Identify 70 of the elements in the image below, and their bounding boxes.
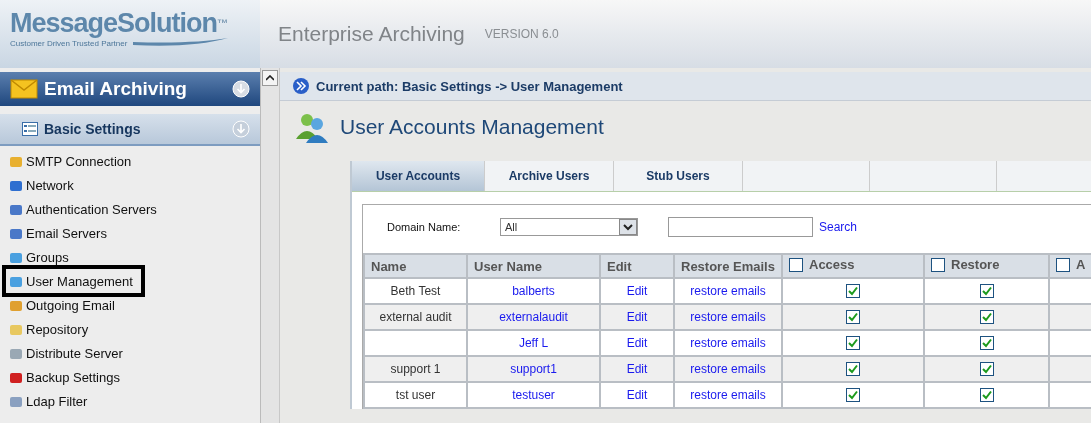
column-header: Name [364,254,467,278]
search-link[interactable]: Search [819,220,858,234]
search-field[interactable] [668,217,813,237]
name-text: support 1 [390,362,441,376]
sidebar-item[interactable]: Distribute Server [8,343,129,363]
logo: MessageSolution™ [10,8,229,38]
column-header: Restore [924,254,1049,278]
domain-label: Domain Name: [387,221,462,233]
name-text: external audit [379,310,452,324]
checkbox[interactable] [979,362,994,377]
scroll-up-button[interactable] [262,70,278,86]
settings-list-icon [22,122,38,136]
version-label: VERSION 6.0 [484,27,559,41]
checkbox[interactable] [979,310,994,325]
group-title: Basic Settings [44,121,141,137]
checkbox[interactable] [979,336,994,351]
checkbox[interactable] [931,257,945,272]
column-header: Access [782,254,924,278]
sidebar-item[interactable]: Ldap Filter [8,391,94,411]
sidebar-item[interactable]: SMTP Connection [8,151,138,171]
group-header[interactable]: Basic Settings [0,114,260,146]
sidebar-item[interactable]: Repository [8,319,95,339]
edit-link[interactable]: Edit [626,284,648,298]
name-text: tst user [395,388,436,402]
username-link[interactable]: testuser [512,388,555,402]
edit-link[interactable]: Edit [626,388,648,402]
sidebar-item[interactable]: Outgoing Email [8,295,121,315]
product-name: Enterprise Archiving [278,22,465,46]
tab[interactable]: User Accounts [352,161,485,191]
envelope-icon [10,79,38,99]
users-icon [294,111,330,143]
collapse-icon[interactable] [232,80,250,98]
tagline: Customer Driven Trusted Partner [10,38,128,48]
dropdown-icon [619,219,637,235]
tab[interactable]: Stub Users [614,161,743,191]
breadcrumb: Current path: Basic Settings -> User Management [316,78,623,94]
sidebar-item[interactable]: Authentication Servers [8,199,163,219]
sidebar-item[interactable]: User Management [8,271,139,291]
edit-link[interactable]: Edit [626,310,648,324]
caret-up-icon [266,75,274,81]
section-header[interactable]: Email Archiving [0,72,260,106]
checkbox[interactable] [1056,257,1070,272]
page-title: User Accounts Management [340,115,604,139]
sidebar-item[interactable]: Network [8,175,80,195]
checkbox[interactable] [846,388,860,403]
name-text: Beth Test [390,284,441,298]
column-header: Restore Emails [674,254,782,278]
sidebar-item[interactable]: Email Servers [8,223,113,243]
tab[interactable]: Archive Users [485,161,614,191]
domain-dropdown[interactable]: All [500,218,638,236]
username-link[interactable]: Jeff L [518,336,549,350]
checkbox[interactable] [846,362,860,377]
checkbox[interactable] [846,310,860,325]
checkbox[interactable] [789,257,803,272]
edit-link[interactable]: Edit [626,362,648,376]
column-header: A [1049,254,1091,278]
checkbox[interactable] [979,388,994,403]
forward-icon [292,77,310,95]
sidebar-item[interactable]: Backup Settings [8,367,126,387]
column-header: User Name [467,254,600,278]
username-link[interactable]: balberts [512,284,555,298]
sidebar-item[interactable]: Groups [8,247,75,267]
checkbox[interactable] [979,284,994,299]
column-header: Edit [600,254,674,278]
username-link[interactable]: support1 [510,362,557,376]
checkbox[interactable] [846,284,860,299]
swoosh-icon [133,38,229,48]
checkbox[interactable] [846,336,860,351]
section-title: Email Archiving [44,78,187,100]
edit-link[interactable]: Edit [626,336,648,350]
